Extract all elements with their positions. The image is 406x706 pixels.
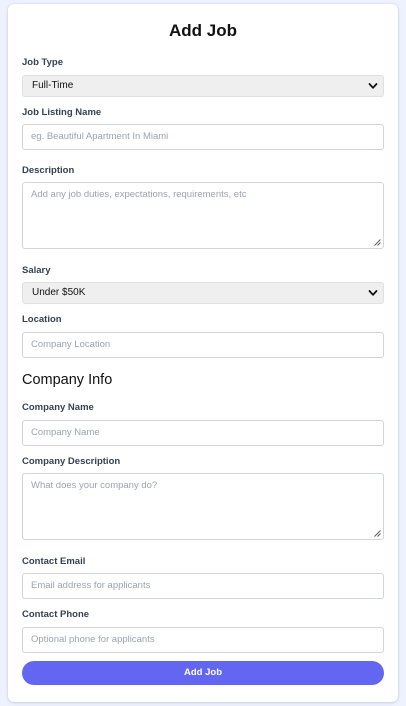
- description-textarea[interactable]: Add any job duties, expectations, requir…: [22, 182, 384, 249]
- chevron-down-icon: [368, 290, 378, 296]
- location-placeholder: Company Location: [31, 339, 111, 350]
- salary-value: Under $50K: [32, 287, 86, 298]
- chevron-down-icon: [368, 83, 378, 89]
- salary-select[interactable]: Under $50K: [22, 282, 384, 304]
- listing-name-label: Job Listing Name: [22, 107, 102, 118]
- page-title: Add Job: [169, 21, 237, 40]
- resize-grip-icon[interactable]: [374, 239, 381, 246]
- listing-name-input[interactable]: eg. Beautiful Apartment In Miami: [22, 124, 384, 150]
- company-name-placeholder: Company Name: [31, 427, 100, 438]
- resize-grip-icon[interactable]: [374, 530, 381, 537]
- salary-label: Salary: [22, 265, 51, 276]
- contact-phone-label: Contact Phone: [22, 609, 90, 620]
- location-label: Location: [22, 314, 62, 325]
- contact-email-placeholder: Email address for applicants: [31, 580, 151, 591]
- listing-name-placeholder: eg. Beautiful Apartment In Miami: [31, 131, 169, 142]
- company-info-heading: Company Info: [22, 372, 113, 388]
- contact-phone-placeholder: Optional phone for applicants: [31, 634, 155, 645]
- company-name-label: Company Name: [22, 402, 94, 413]
- job-type-label: Job Type: [22, 57, 63, 68]
- description-placeholder: Add any job duties, expectations, requir…: [31, 189, 247, 200]
- company-description-label: Company Description: [22, 456, 121, 467]
- location-input[interactable]: Company Location: [22, 332, 384, 358]
- company-name-input[interactable]: Company Name: [22, 420, 384, 446]
- job-type-value: Full-Time: [32, 80, 74, 91]
- company-description-placeholder: What does your company do?: [31, 480, 158, 491]
- job-type-select[interactable]: Full-Time: [22, 75, 384, 97]
- contact-email-label: Contact Email: [22, 556, 86, 567]
- add-job-button[interactable]: Add Job: [22, 661, 384, 685]
- contact-phone-input[interactable]: Optional phone for applicants: [22, 627, 384, 653]
- company-description-textarea[interactable]: What does your company do?: [22, 473, 384, 540]
- description-label: Description: [22, 165, 75, 176]
- contact-email-input[interactable]: Email address for applicants: [22, 573, 384, 599]
